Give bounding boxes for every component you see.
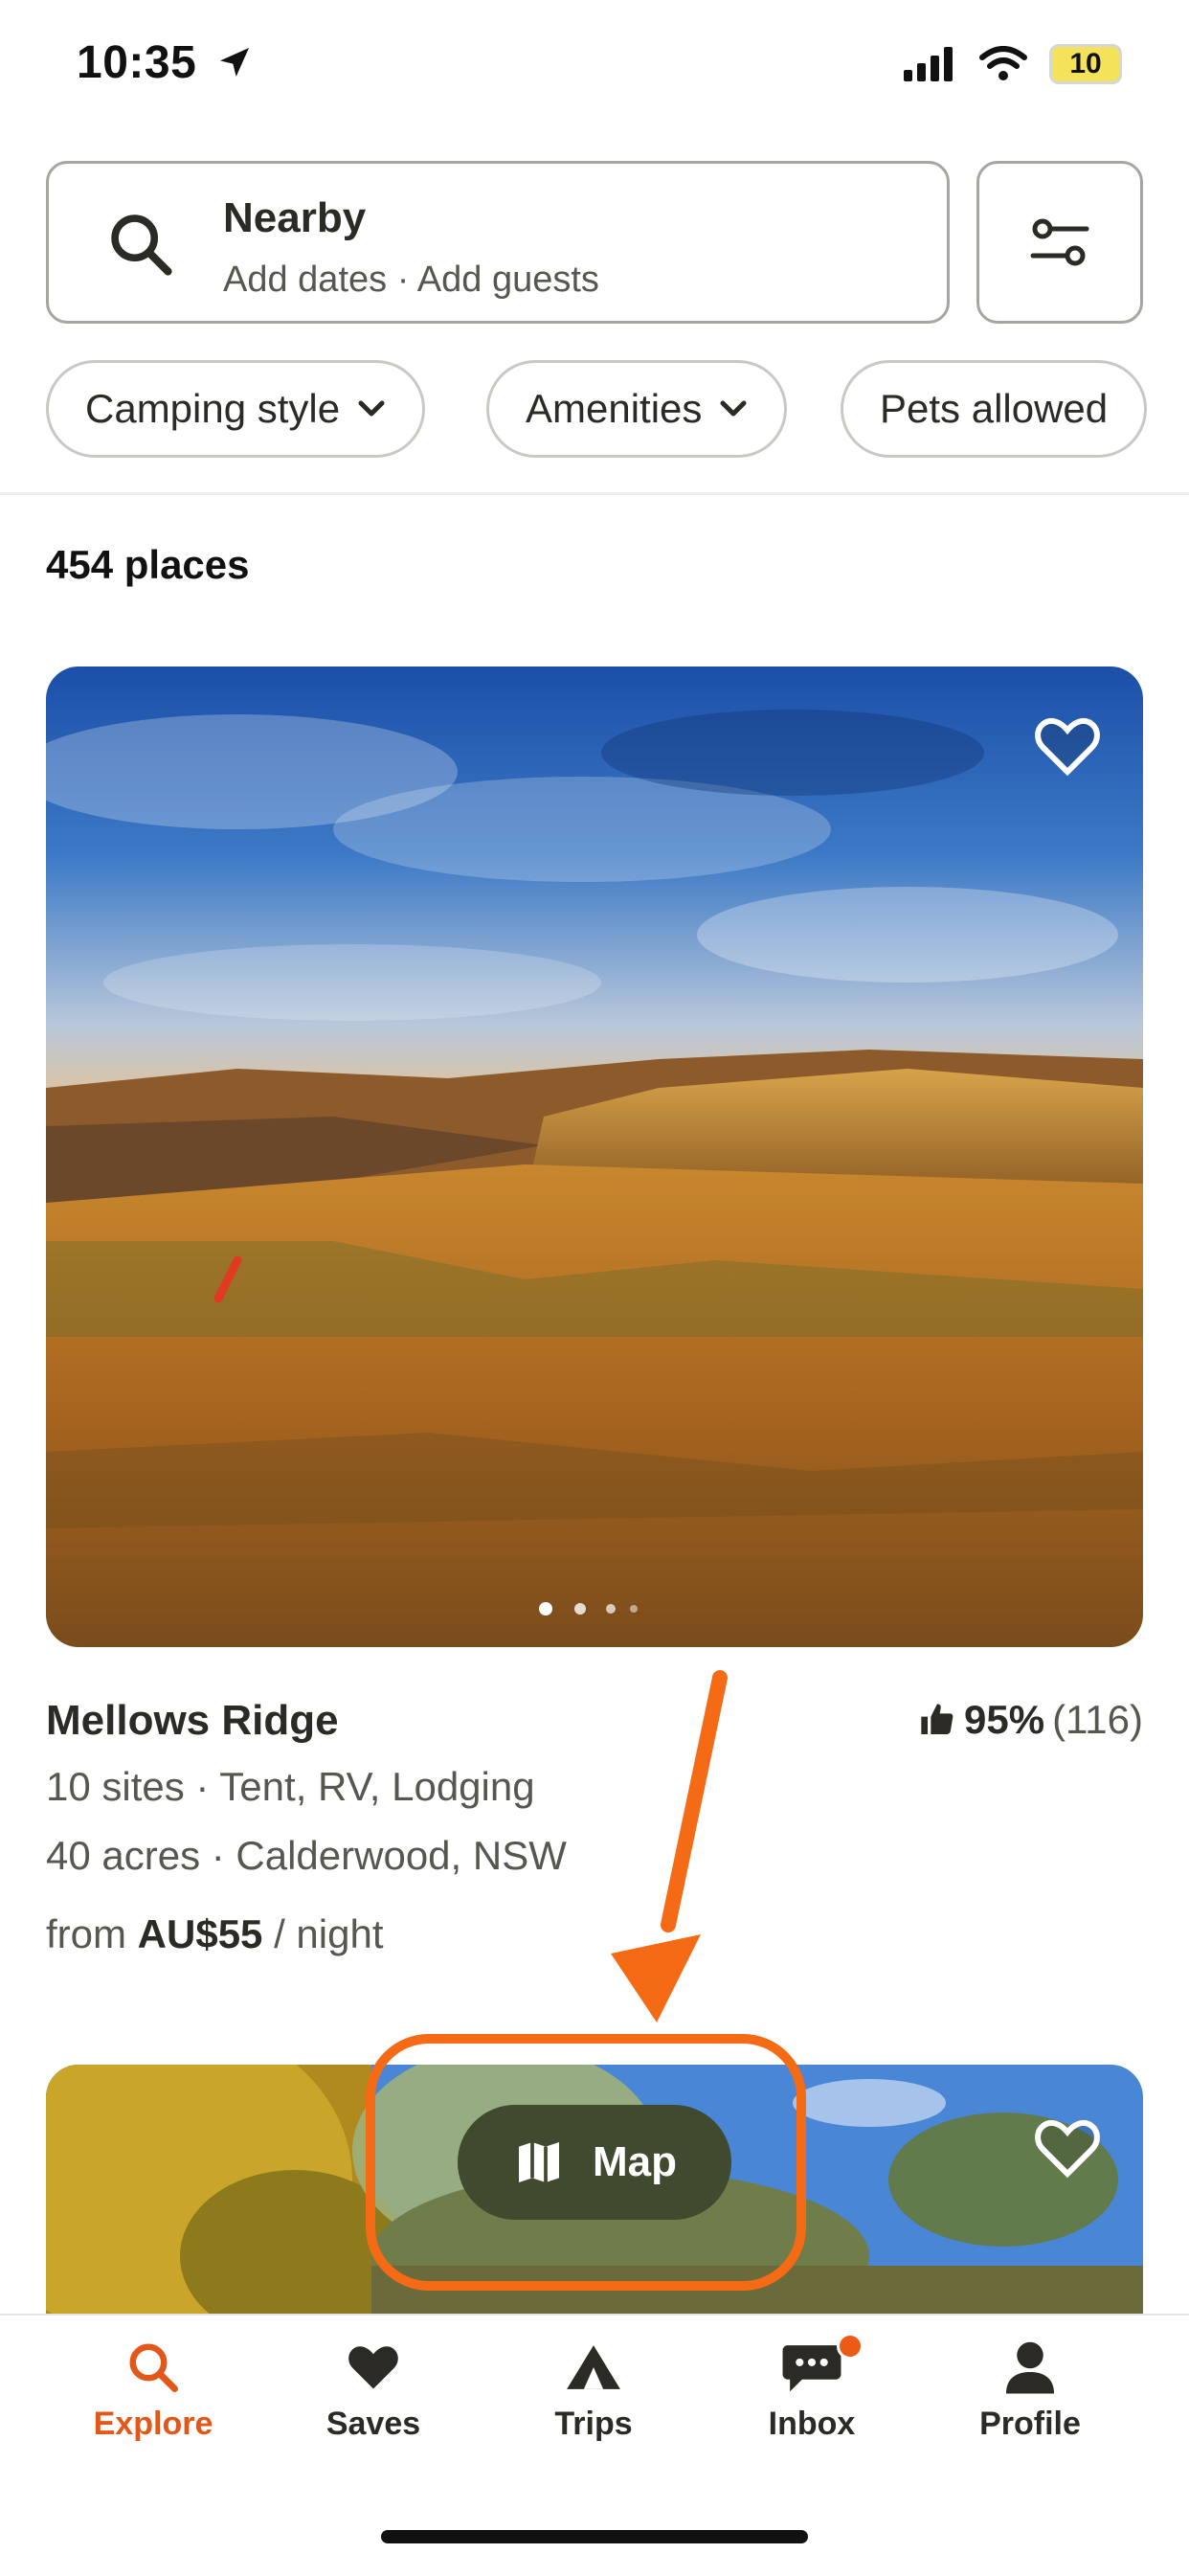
status-icons: 10 [904, 44, 1122, 84]
chip-amenities[interactable]: Amenities [486, 360, 788, 458]
divider [0, 492, 1189, 495]
heart-icon[interactable] [1032, 2116, 1103, 2180]
nav-label: Profile [979, 2406, 1081, 2442]
listing-location: 40 acres · Calderwood, NSW [46, 1833, 567, 1878]
nav-explore[interactable]: Explore [57, 2339, 249, 2443]
listing-name[interactable]: Mellows Ridge [46, 1697, 339, 1745]
filters-button[interactable] [976, 161, 1143, 324]
listing-rating: 95% (116) [918, 1697, 1143, 1743]
sliders-icon [1030, 218, 1089, 266]
search-icon [111, 215, 172, 276]
heart-icon[interactable] [1032, 714, 1103, 778]
heart-icon [348, 2346, 398, 2389]
search-location: Nearby [223, 194, 367, 241]
location-arrow-icon [220, 48, 250, 77]
nav-label: Trips [554, 2406, 633, 2442]
chip-camping-style[interactable]: Camping style [46, 360, 426, 458]
carousel-dot [574, 1603, 586, 1615]
annotation-arrow [611, 1670, 728, 2022]
status-time: 10:35 [77, 36, 254, 89]
price-prefix: from [46, 1911, 126, 1956]
chevron-down-icon [720, 400, 747, 417]
battery-indicator: 10 [1049, 44, 1122, 84]
annotation-highlight [366, 2034, 806, 2291]
search-bar[interactable]: Nearby Add dates · Add guests [46, 161, 950, 324]
listing-price: from AU$55 / night [46, 1911, 384, 1957]
chevron-down-icon [358, 400, 385, 417]
nav-trips[interactable]: Trips [498, 2339, 689, 2443]
nav-profile[interactable]: Profile [934, 2339, 1126, 2443]
nav-saves[interactable]: Saves [278, 2339, 469, 2443]
chip-label: Camping style [85, 386, 341, 431]
carousel-dot [606, 1604, 616, 1614]
notification-badge [837, 2333, 864, 2360]
carousel-dot-active [539, 1602, 552, 1616]
price-value: AU$55 [137, 1911, 263, 1956]
thumbs-up-icon [921, 1704, 953, 1734]
wifi-icon [979, 46, 1027, 80]
carousel-dot [630, 1605, 638, 1613]
home-indicator [381, 2530, 808, 2543]
rating-count: (116) [1052, 1697, 1143, 1742]
chip-label: Pets allowed [880, 386, 1109, 431]
results-count: 454 places [46, 542, 250, 587]
listing-sites: 10 sites · Tent, RV, Lodging [46, 1764, 535, 1809]
profile-icon [1006, 2341, 1054, 2394]
chat-icon [782, 2345, 841, 2392]
tent-icon [567, 2345, 620, 2389]
rating-percent: 95% [964, 1697, 1045, 1742]
nav-label: Inbox [768, 2406, 856, 2442]
search-details: Add dates · Add guests [223, 260, 599, 300]
landscape-photo [46, 667, 1143, 1647]
listing-photo[interactable] [46, 667, 1143, 1647]
nav-label: Saves [325, 2406, 421, 2442]
nav-label: Explore [93, 2406, 213, 2442]
price-suffix: / night [274, 1911, 384, 1956]
search-icon [129, 2343, 178, 2392]
chip-label: Amenities [526, 386, 703, 431]
chip-pets-allowed[interactable]: Pets allowed [841, 360, 1148, 458]
nav-inbox[interactable]: Inbox [716, 2333, 908, 2443]
signal-icon [904, 47, 953, 81]
